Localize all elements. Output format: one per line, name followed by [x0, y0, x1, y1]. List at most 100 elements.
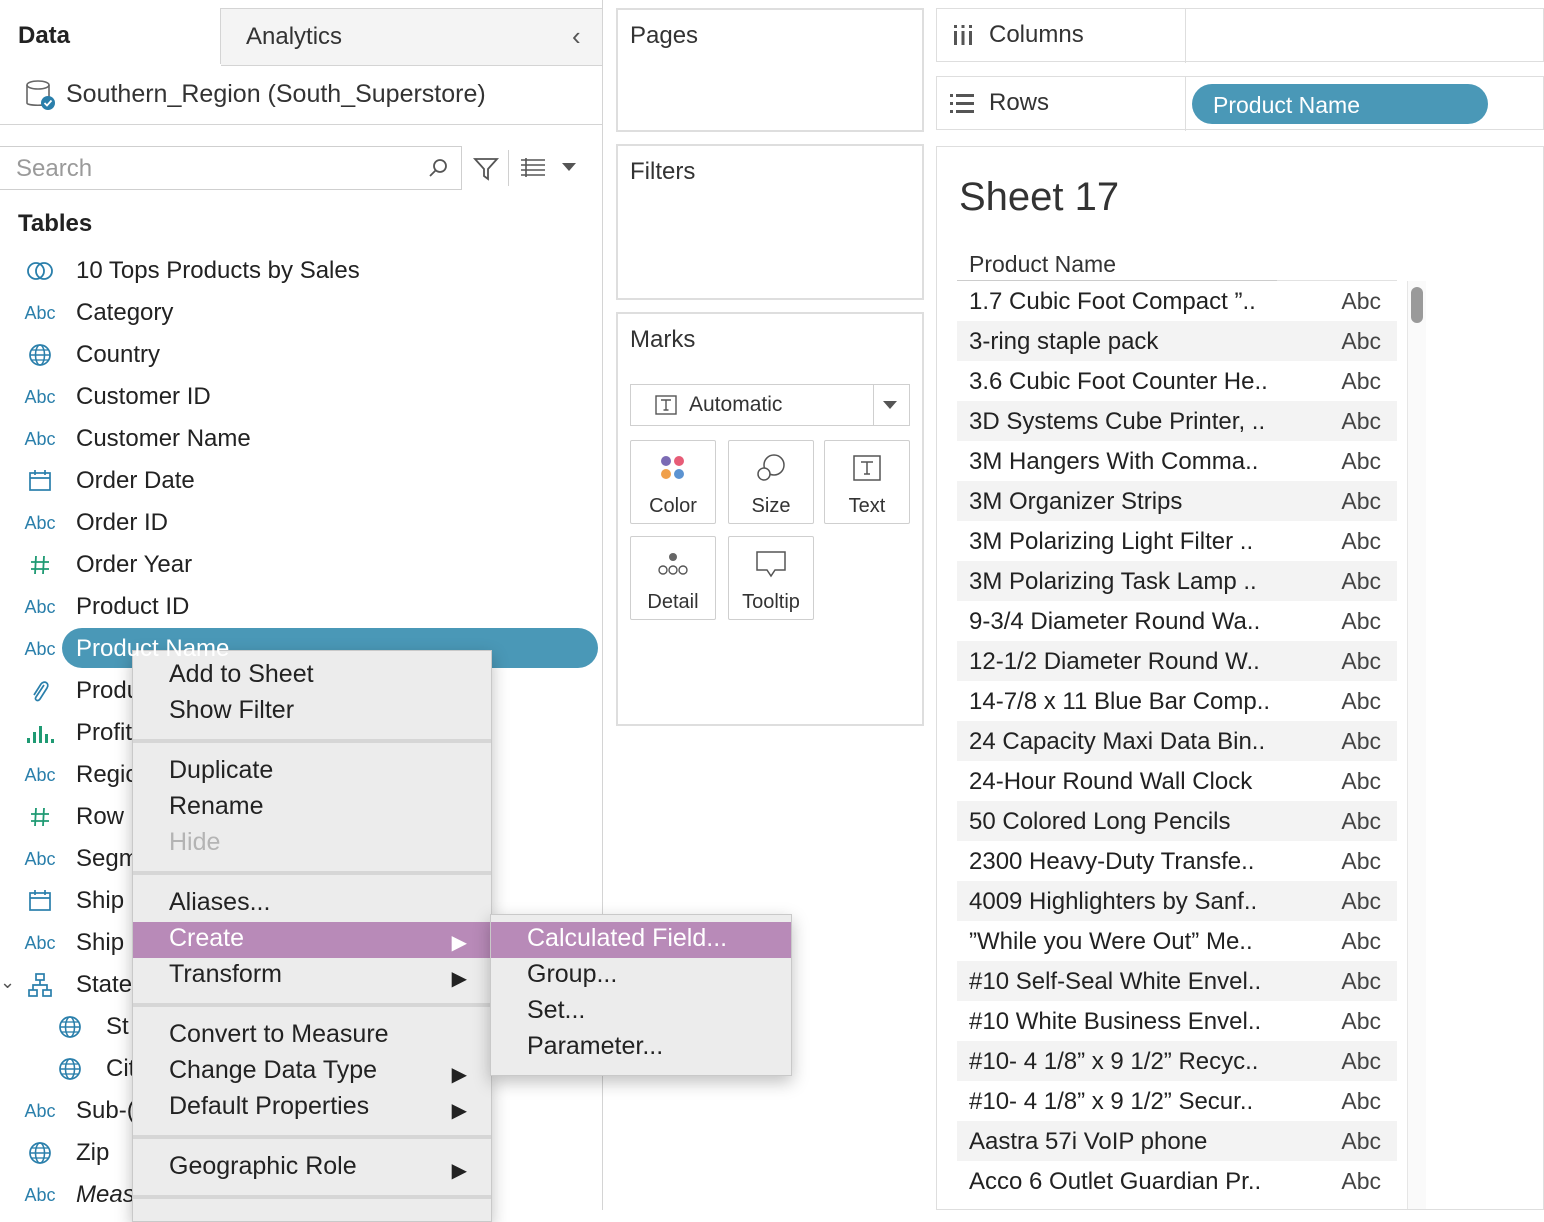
field-10-tops-products-by-sales[interactable]: 10 Tops Products by Sales	[0, 250, 602, 292]
columns-shelf[interactable]: Columns	[936, 8, 1544, 63]
field-label: Produ	[76, 677, 141, 704]
search-input[interactable]	[14, 151, 418, 187]
product-name-cell: 9-3/4 Diameter Round Wa..	[969, 608, 1261, 635]
field-category[interactable]: Abc Category	[0, 292, 602, 334]
table-row[interactable]: 3.6 Cubic Foot Counter He.. Abc	[957, 361, 1397, 401]
table-row[interactable]: 9-3/4 Diameter Round Wa.. Abc	[957, 601, 1397, 641]
table-row[interactable]: 3M Polarizing Light Filter .. Abc	[957, 521, 1397, 561]
marks-color-button[interactable]: Color	[630, 440, 716, 524]
abc-icon: Abc	[24, 1184, 56, 1205]
table-row[interactable]: 1.7 Cubic Foot Compact ”.. Abc	[957, 281, 1397, 321]
menu-item-transform[interactable]: Transform ▶	[133, 958, 491, 994]
product-name-cell: 50 Colored Long Pencils	[969, 808, 1231, 835]
table-row[interactable]: 3M Polarizing Task Lamp .. Abc	[957, 561, 1397, 601]
hierarchy-icon	[22, 964, 58, 1006]
field-label: 10 Tops Products by Sales	[76, 257, 360, 284]
table-row[interactable]: 3D Systems Cube Printer, .. Abc	[957, 401, 1397, 441]
view-list-icon[interactable]	[520, 157, 546, 179]
submenu-item-calculated-field[interactable]: Calculated Field...	[491, 922, 791, 958]
table-row[interactable]: 3-ring staple pack Abc	[957, 321, 1397, 361]
menu-item-aliases[interactable]: Aliases...	[133, 886, 491, 922]
field-label: Meas	[76, 1181, 135, 1208]
product-name-cell: #10- 4 1/8” x 9 1/2” Secur..	[969, 1088, 1254, 1115]
table-row[interactable]: Aastra 57i VoIP phone Abc	[957, 1121, 1397, 1161]
table-row[interactable]: Acco 6 Outlet Guardian Pr.. Abc	[957, 1161, 1397, 1201]
mark-type-value: Automatic	[689, 393, 783, 416]
marks-size-button[interactable]: Size	[728, 440, 814, 524]
submenu-item-set[interactable]: Set...	[491, 994, 791, 1030]
filters-card[interactable]: Filters	[616, 144, 924, 300]
tab-analytics[interactable]: Analytics ‹	[221, 8, 602, 66]
table-row[interactable]: 24-Hour Round Wall Clock Abc	[957, 761, 1397, 801]
submenu-item-group[interactable]: Group...	[491, 958, 791, 994]
sheet-title[interactable]: Sheet 17	[959, 175, 1119, 220]
menu-item-convert-to-measure[interactable]: Convert to Measure	[133, 1018, 491, 1054]
collapse-chevron-icon[interactable]: ⌄	[0, 972, 15, 993]
table-row[interactable]: 24 Capacity Maxi Data Bin.. Abc	[957, 721, 1397, 761]
product-name-cell: ”While you Were Out” Me..	[969, 928, 1253, 955]
menu-item-geographic-role[interactable]: Geographic Role ▶	[133, 1150, 491, 1186]
table-row[interactable]: 50 Colored Long Pencils Abc	[957, 801, 1397, 841]
table-row[interactable]: ”While you Were Out” Me.. Abc	[957, 921, 1397, 961]
table-row[interactable]: 3M Organizer Strips Abc	[957, 481, 1397, 521]
submenu-item-parameter[interactable]: Parameter...	[491, 1030, 791, 1066]
collapse-pane-icon[interactable]: ‹	[572, 21, 581, 52]
chevron-down-icon[interactable]	[560, 160, 578, 174]
marks-title: Marks	[630, 326, 696, 353]
abc-icon: Abc	[24, 596, 56, 617]
table-row[interactable]: 12-1/2 Diameter Round W.. Abc	[957, 641, 1397, 681]
menu-item-default-properties[interactable]: Default Properties ▶	[133, 1090, 491, 1126]
product-name-cell: 3M Polarizing Task Lamp ..	[969, 568, 1257, 595]
field-label: Ship	[76, 929, 125, 956]
abc-placeholder-cell: Abc	[1341, 888, 1381, 914]
marks-text-button[interactable]: Text	[824, 440, 910, 524]
abc-icon: Abc	[24, 764, 56, 785]
field-label: Customer ID	[76, 383, 211, 410]
filter-icon[interactable]	[472, 155, 500, 183]
field-search	[0, 146, 462, 190]
column-header[interactable]: Product Name	[969, 251, 1116, 278]
table-row[interactable]: 14-7/8 x 11 Blue Bar Comp.. Abc	[957, 681, 1397, 721]
mark-type-dropdown[interactable]: Automatic	[630, 384, 910, 426]
menu-item-show-filter[interactable]: Show Filter	[133, 694, 491, 730]
field-customer-name[interactable]: Abc Customer Name	[0, 418, 602, 460]
menu-item-add-to-sheet[interactable]: Add to Sheet	[133, 658, 491, 694]
tab-data[interactable]: Data	[0, 8, 221, 64]
pages-card[interactable]: Pages	[616, 8, 924, 132]
abc-placeholder-cell: Abc	[1341, 968, 1381, 994]
table-row[interactable]: #10- 4 1/8” x 9 1/2” Secur.. Abc	[957, 1081, 1397, 1121]
abc-placeholder-cell: Abc	[1341, 1008, 1381, 1034]
table-row[interactable]: #10 Self-Seal White Envel.. Abc	[957, 961, 1397, 1001]
datasource-row[interactable]: Southern_Region (South_Superstore)	[0, 66, 602, 125]
field-order-id[interactable]: Abc Order ID	[0, 502, 602, 544]
menu-item-rename[interactable]: Rename	[133, 790, 491, 826]
marks-tooltip-button[interactable]: Tooltip	[728, 536, 814, 620]
menu-item-duplicate[interactable]: Duplicate	[133, 754, 491, 790]
table-row[interactable]: 2300 Heavy-Duty Transfe.. Abc	[957, 841, 1397, 881]
field-customer-id[interactable]: Abc Customer ID	[0, 376, 602, 418]
table-row[interactable]: #10 White Business Envel.. Abc	[957, 1001, 1397, 1041]
product-name-cell: 3M Organizer Strips	[969, 488, 1183, 515]
field-order-year[interactable]: Order Year	[0, 544, 602, 586]
field-product-id[interactable]: Abc Product ID	[0, 586, 602, 628]
marks-card: Marks Automatic Color Size Text Detail T…	[616, 312, 924, 726]
search-icon[interactable]	[426, 157, 450, 181]
vertical-scrollbar[interactable]	[1407, 281, 1426, 1209]
table-row[interactable]: 3M Hangers With Comma.. Abc	[957, 441, 1397, 481]
scrollbar-thumb[interactable]	[1411, 287, 1423, 323]
menu-separator	[133, 1003, 491, 1007]
rows-pill-product-name[interactable]: Product Name	[1192, 84, 1488, 124]
calendar-icon	[22, 880, 58, 922]
table-row[interactable]: #10- 4 1/8” x 9 1/2” Recyc.. Abc	[957, 1041, 1397, 1081]
marks-detail-button[interactable]: Detail	[630, 536, 716, 620]
calendar-icon	[22, 460, 58, 502]
abc-icon: Abc	[24, 1100, 56, 1121]
abc-placeholder-cell: Abc	[1341, 1048, 1381, 1074]
field-country[interactable]: Country	[0, 334, 602, 376]
context-menu: Add to Sheet Show Filter Duplicate Renam…	[132, 650, 492, 1222]
field-order-date[interactable]: Order Date	[0, 460, 602, 502]
table-row[interactable]: 4009 Highlighters by Sanf.. Abc	[957, 881, 1397, 921]
color-icon	[631, 451, 715, 485]
menu-item-create[interactable]: Create ▶	[133, 922, 491, 958]
menu-item-change-data-type[interactable]: Change Data Type ▶	[133, 1054, 491, 1090]
